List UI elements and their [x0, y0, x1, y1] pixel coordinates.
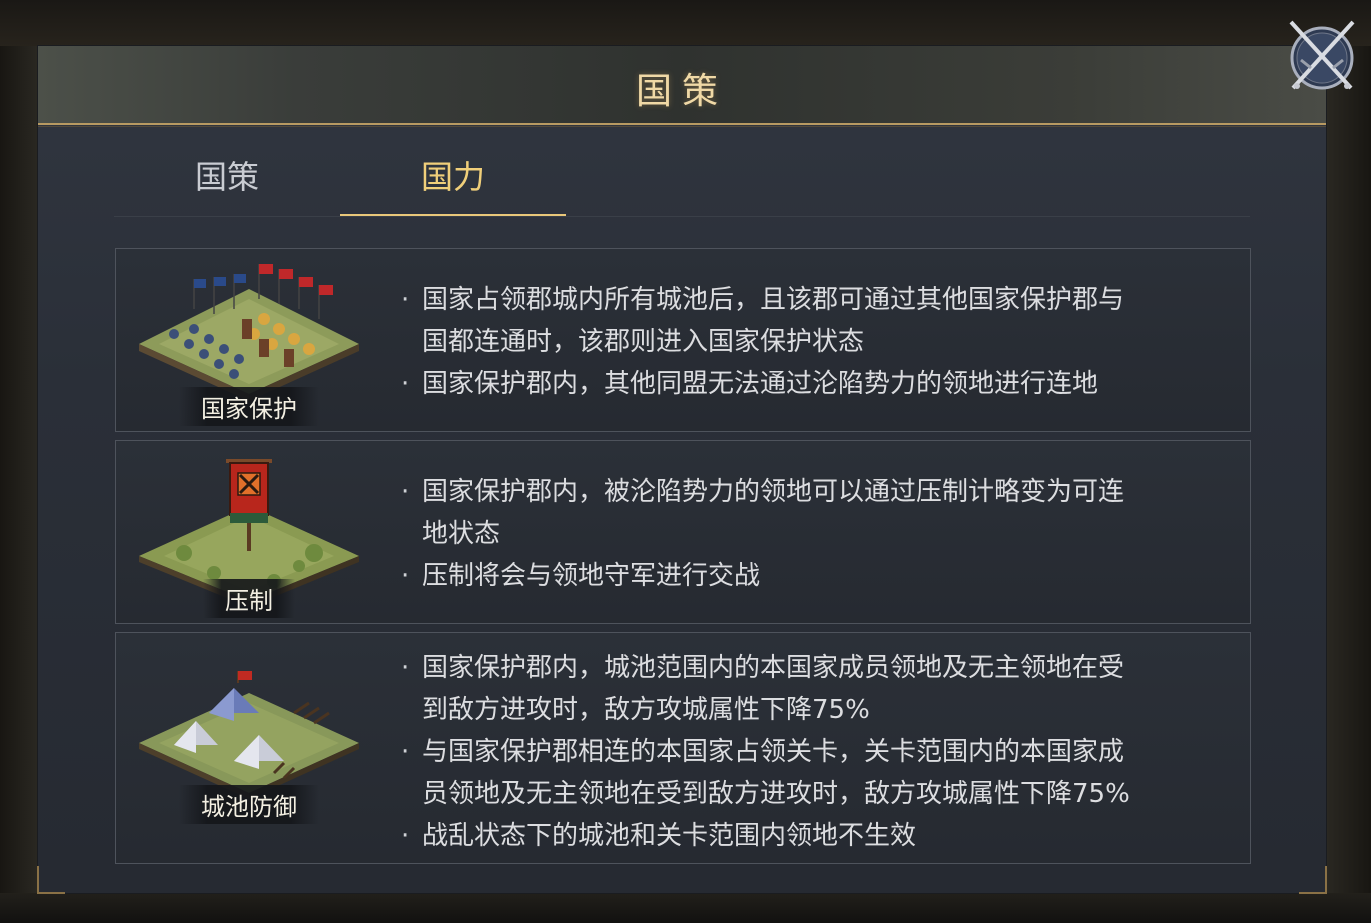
- tab-bar: 国策 国力: [114, 139, 1250, 217]
- card-text: 国家保护郡内，被沦陷势力的领地可以通过压制计略变为可连 地状态 压制将会与领地守…: [401, 471, 1234, 597]
- card-suppression: 压制 国家保护郡内，被沦陷势力的领地可以通过压制计略变为可连 地状态 压制将会与…: [115, 440, 1251, 624]
- card-label: 国家保护: [179, 387, 319, 426]
- dialog-panel: 国策 国策 国力 国家保护 · 国家占领郡城内所有城池后，且该郡可通过其他国家保…: [37, 46, 1327, 894]
- army-illustration: 国家保护: [134, 249, 364, 429]
- card-national-protection: 国家保护 国家占领郡城内所有城池后，且该郡可通过其他国家保护郡与 国都连通时，该…: [115, 248, 1251, 432]
- card-label: 城池防御: [179, 785, 319, 824]
- card-line: 到敌方进攻时，敌方攻城属性下降75%: [422, 695, 870, 725]
- card-line: 战乱状态下的城池和关卡范围内领地不生效: [401, 815, 1234, 857]
- tab-guoce[interactable]: 国策: [114, 139, 340, 215]
- card-line: 地状态: [422, 519, 501, 549]
- card-line: 国家保护郡内，被沦陷势力的领地可以通过压制计略变为可连: [401, 471, 1234, 513]
- card-label: 压制: [203, 579, 295, 618]
- banner-illustration: 压制: [134, 441, 364, 621]
- background-top: [0, 0, 1371, 46]
- corner-ornament: [37, 866, 65, 894]
- card-line: 员领地及无主领地在受到敌方进攻时，敌方攻城属性下降75%: [422, 779, 1130, 809]
- card-city-defense: 城池防御 国家保护郡内，城池范围内的本国家成员领地及无主领地在受 到敌方进攻时，…: [115, 632, 1251, 864]
- card-line: 国家保护郡内，城池范围内的本国家成员领地及无主领地在受: [401, 647, 1234, 689]
- tab-guoli[interactable]: 国力: [340, 139, 566, 216]
- crossed-swords-close-icon: [1289, 20, 1355, 90]
- corner-ornament: [1299, 866, 1327, 894]
- title-bar: 国策: [38, 46, 1326, 127]
- card-line: 压制将会与领地守军进行交战: [401, 555, 1234, 597]
- card-line: 国都连通时，该郡则进入国家保护状态: [422, 327, 865, 357]
- tab-divider: [114, 216, 1250, 217]
- card-text: 国家保护郡内，城池范围内的本国家成员领地及无主领地在受 到敌方进攻时，敌方攻城属…: [401, 647, 1234, 857]
- background-left: [0, 46, 38, 893]
- dialog-title: 国策: [635, 71, 728, 112]
- card-line: 国家保护郡内，其他同盟无法通过沦陷势力的领地进行连地: [401, 363, 1234, 405]
- background-right: [1326, 46, 1371, 893]
- camp-illustration: 城池防御: [134, 633, 364, 859]
- close-button[interactable]: [1285, 18, 1359, 92]
- background-bottom: [0, 893, 1371, 923]
- card-line: 国家占领郡城内所有城池后，且该郡可通过其他国家保护郡与: [401, 279, 1234, 321]
- card-line: 与国家保护郡相连的本国家占领关卡，关卡范围内的本国家成: [401, 731, 1234, 773]
- card-text: 国家占领郡城内所有城池后，且该郡可通过其他国家保护郡与 国都连通时，该郡则进入国…: [401, 279, 1234, 405]
